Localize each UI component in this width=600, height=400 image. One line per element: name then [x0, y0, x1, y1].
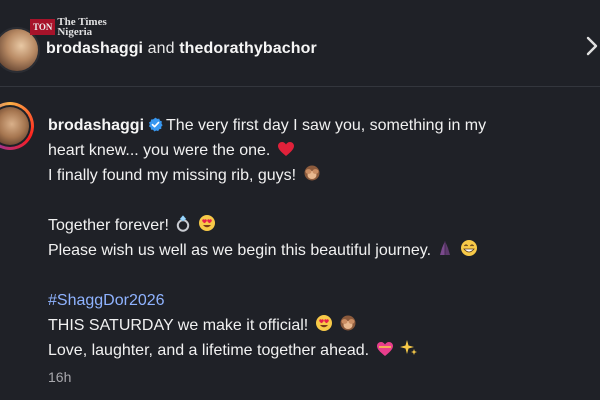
caption-text-line-6: THIS SATURDAY we make it official!	[48, 317, 309, 334]
header-conjunction: and	[147, 40, 175, 57]
watermark-line2: Nigeria	[57, 26, 93, 38]
caption-text-line-1: The very first day I saw you, something …	[166, 117, 487, 134]
caption-text-line-3: I finally found my missing rib, guys!	[48, 167, 297, 184]
caption-line-hashtag: #ShaggDor2026	[48, 288, 588, 313]
caption-line-1: brodashaggi The very first day I saw you…	[48, 113, 588, 138]
caption-line-4: Together forever!	[48, 213, 588, 238]
header-user-2[interactable]: thedorathybachor	[179, 40, 317, 57]
caption-text-line-4: Together forever!	[48, 217, 169, 234]
caption-text: brodashaggi The very first day I saw you…	[48, 113, 588, 363]
heart-with-ribbon-icon	[376, 342, 393, 356]
red-heart-icon	[277, 142, 294, 156]
caption-line-6: THIS SATURDAY we make it official!	[48, 313, 588, 338]
see-no-evil-monkey-icon	[304, 165, 320, 181]
caption-line-7: Love, laughter, and a lifetime together …	[48, 338, 588, 363]
caption-text-line-2: heart knew... you were the one.	[48, 142, 271, 159]
caption-line-5: Please wish us well as we begin this bea…	[48, 238, 588, 263]
praying-hands-icon	[440, 241, 451, 255]
watermark-logo: TON The Times Nigeria	[30, 17, 107, 38]
post-author-avatar[interactable]	[0, 102, 34, 150]
collab-header-title: brodashaggi and thedorathybachor	[46, 40, 317, 58]
verified-badge-icon	[148, 117, 163, 132]
ring-icon	[177, 215, 190, 232]
instagram-post-view: TON The Times Nigeria brodashaggi and th…	[0, 0, 600, 400]
post-username[interactable]: brodashaggi	[48, 117, 144, 134]
heart-eyes-face-icon	[198, 215, 215, 231]
watermark-badge: TON	[30, 19, 56, 35]
post-header: TON The Times Nigeria brodashaggi and th…	[0, 0, 600, 87]
hashtag-link[interactable]: #ShaggDor2026	[48, 292, 165, 309]
post-timestamp[interactable]: 16h	[48, 369, 71, 385]
caption-line-2: heart knew... you were the one.	[48, 138, 588, 163]
caption-line-3: I finally found my missing rib, guys!	[48, 163, 588, 188]
chevron-right-icon[interactable]	[584, 32, 600, 60]
grinning-face-icon	[460, 240, 477, 256]
header-user-1[interactable]: brodashaggi	[46, 40, 143, 57]
sparkles-icon	[400, 340, 418, 355]
heart-eyes-face-icon	[315, 315, 332, 331]
watermark-text: The Times Nigeria	[57, 17, 106, 38]
caption-text-line-5: Please wish us well as we begin this bea…	[48, 242, 432, 259]
see-no-evil-monkey-icon	[340, 315, 356, 331]
caption-text-line-7: Love, laughter, and a lifetime together …	[48, 342, 370, 359]
